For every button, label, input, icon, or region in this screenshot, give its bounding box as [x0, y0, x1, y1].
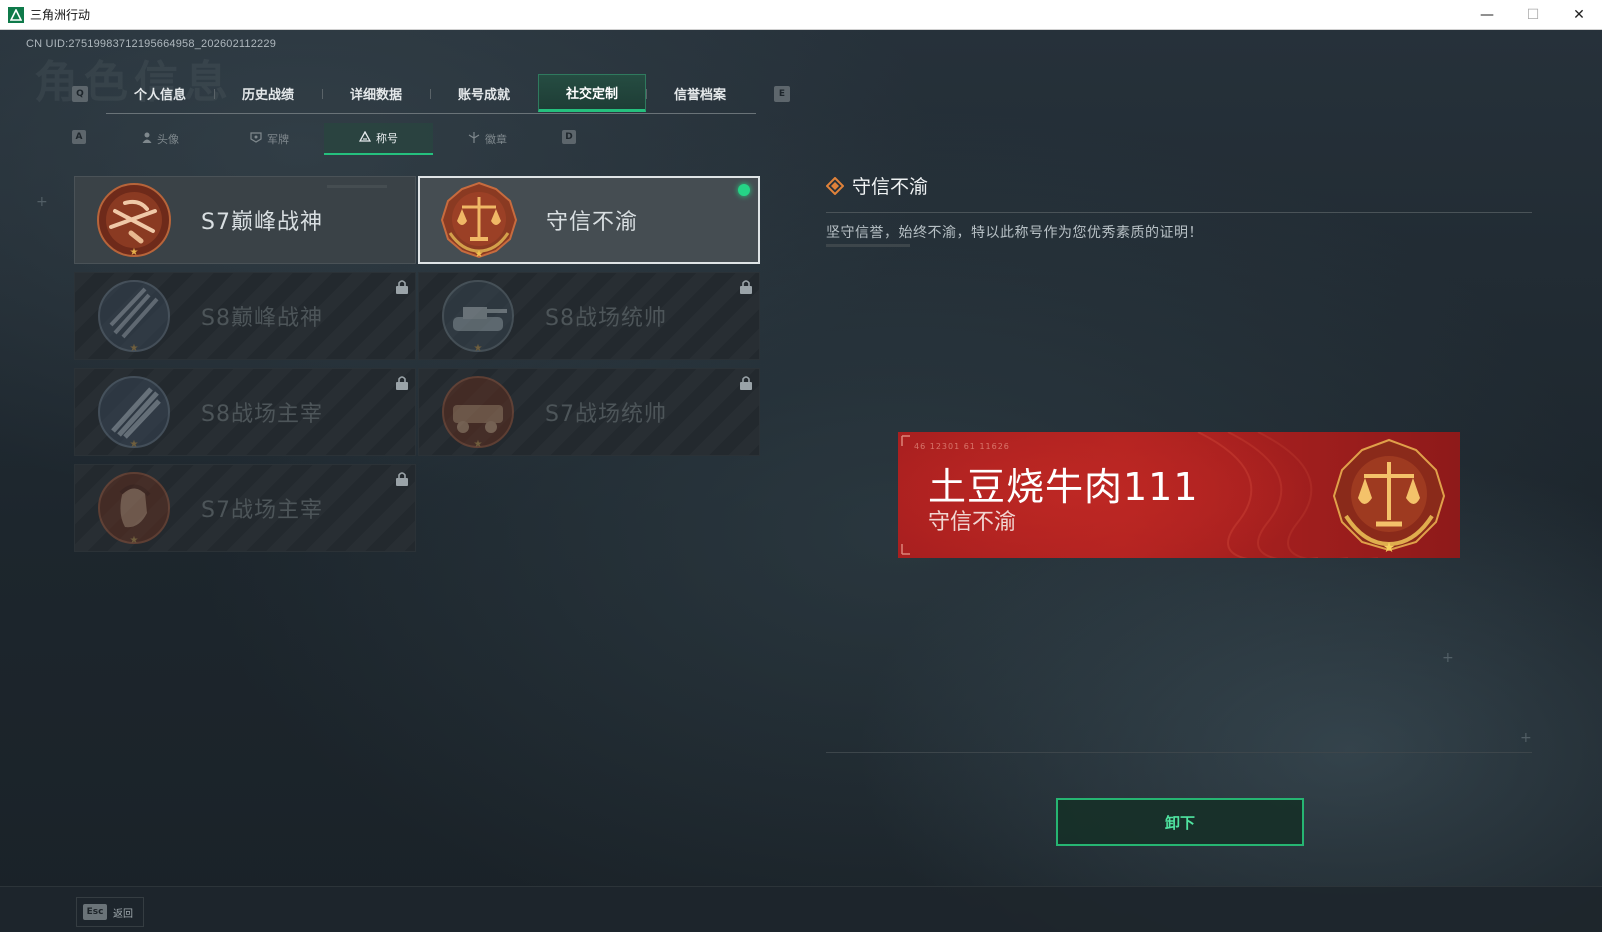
divider — [826, 752, 1532, 753]
svg-text:★: ★ — [130, 439, 139, 450]
subtab-title[interactable]: 称号 — [324, 123, 433, 155]
crosshair-deco-icon: + — [1520, 730, 1532, 746]
uid-text: CN UID:275199837121956649​58_20260211222… — [26, 38, 277, 50]
svg-text:★: ★ — [130, 247, 139, 258]
title-preview-banner: 46 12301 61 11626 土豆烧牛肉111 守信不渝 ★ — [898, 432, 1460, 558]
lock-icon — [396, 472, 408, 486]
title-card-locked[interactable]: ★ S7战场主宰 — [74, 464, 416, 552]
tab-credit-archive[interactable]: 信誉档案 — [646, 74, 754, 112]
svg-text:★: ★ — [130, 343, 139, 354]
subtab-dogtag-label: 军牌 — [267, 133, 289, 146]
banner-player-name: 土豆烧牛肉111 — [928, 465, 1199, 509]
next-tab-key-hint[interactable]: E — [774, 86, 790, 102]
lock-icon — [740, 280, 752, 294]
delta-force-logo-icon — [8, 6, 24, 23]
title-card-locked[interactable]: ★ S8巅峰战神 — [74, 272, 416, 360]
svg-text:★: ★ — [130, 535, 139, 546]
close-button[interactable]: ✕ — [1556, 0, 1602, 30]
detail-title: 守信不渝 — [852, 176, 929, 198]
title-name: S8战场统帅 — [545, 306, 667, 331]
title-card-selected[interactable]: ★ 守信不渝 — [418, 176, 760, 264]
title-name: 守信不渝 — [546, 210, 639, 235]
window-titlebar: 三角洲行动 — ☐ ✕ — [0, 0, 1602, 30]
crosshair-deco-icon: + — [36, 194, 48, 210]
crosshair-deco-icon: + — [1442, 650, 1454, 666]
unequip-button[interactable]: 卸下 — [1056, 798, 1304, 846]
title-card-locked[interactable]: ★ S8战场统帅 — [418, 272, 760, 360]
card-deco — [327, 185, 387, 188]
prev-subtab-key-hint[interactable]: A — [72, 130, 86, 144]
banner-title: 守信不渝 — [928, 510, 1017, 535]
divider — [826, 212, 1532, 213]
subtab-title-label: 称号 — [376, 132, 398, 145]
title-card-locked[interactable]: ★ S8战场主宰 — [74, 368, 416, 456]
rifles-emblem-icon: ★ — [95, 277, 173, 355]
missile-emblem-icon: ★ — [95, 373, 173, 451]
svg-text:★: ★ — [1383, 540, 1396, 554]
tab-achievements[interactable]: 账号成就 — [430, 74, 538, 112]
game-view: 角色信息 CN UID:275199837121956649​58_202602… — [0, 30, 1602, 932]
scales-emblem-icon: ★ — [440, 181, 518, 259]
title-name: S7战场主宰 — [201, 498, 323, 523]
crossbow-emblem-icon: ★ — [95, 181, 173, 259]
title-diamond-icon — [826, 176, 844, 195]
sub-tabs: 头像 军牌 称号 徽章 — [106, 123, 542, 155]
detail-deco-bar — [826, 244, 910, 247]
lock-icon — [740, 376, 752, 390]
maximize-button[interactable]: ☐ — [1510, 0, 1556, 30]
subtab-badge[interactable]: 徽章 — [433, 123, 542, 155]
scales-emblem-icon: ★ — [1332, 438, 1446, 554]
esc-key-hint: Esc — [83, 904, 107, 920]
tank-emblem-icon: ★ — [439, 277, 517, 355]
title-name: S7巅峰战神 — [201, 210, 323, 235]
soldier-emblem-icon: ★ — [95, 469, 173, 547]
detail-description: 坚守信誉，始终不渝，特以此称号作为您优秀素质的证明！ — [826, 225, 1203, 241]
svg-text:★: ★ — [474, 439, 483, 450]
window-title: 三角洲行动 — [30, 8, 91, 22]
back-button[interactable]: Esc 返回 — [76, 897, 144, 927]
banner-code: 46 12301 61 11626 — [914, 442, 1010, 451]
lock-icon — [396, 376, 408, 390]
window-controls: — ☐ ✕ — [1464, 0, 1602, 30]
svg-text:★: ★ — [475, 249, 484, 259]
prev-tab-key-hint[interactable]: Q — [72, 86, 88, 102]
tab-personal-info[interactable]: 个人信息 — [106, 74, 214, 112]
person-icon — [142, 132, 152, 146]
title-card[interactable]: ★ S7巅峰战神 — [74, 176, 416, 264]
badge-icon — [468, 132, 480, 146]
title-card-locked[interactable]: ★ S7战场统帅 — [418, 368, 760, 456]
minimize-button[interactable]: — — [1464, 0, 1510, 30]
tab-detailed-data[interactable]: 详细数据 — [322, 74, 430, 112]
dogtag-icon — [250, 132, 262, 146]
lock-icon — [396, 280, 408, 294]
title-name: S7战场统帅 — [545, 402, 667, 427]
tab-history-record[interactable]: 历史战绩 — [214, 74, 322, 112]
tab-social-customization[interactable]: 社交定制 — [538, 74, 646, 112]
subtab-avatar[interactable]: 头像 — [106, 123, 215, 155]
title-name: S8巅峰战神 — [201, 306, 323, 331]
subtab-dogtag[interactable]: 军牌 — [215, 123, 324, 155]
svg-text:★: ★ — [474, 343, 483, 354]
footer-bar: Esc 返回 — [0, 886, 1602, 932]
back-label: 返回 — [113, 908, 133, 920]
equipped-indicator-icon — [738, 184, 750, 196]
title-name: S8战场主宰 — [201, 402, 323, 427]
detail-header: 守信不渝 — [826, 172, 928, 199]
title-icon — [358, 130, 372, 145]
subtab-badge-label: 徽章 — [485, 133, 507, 146]
main-tabs: 个人信息 历史战绩 详细数据 账号成就 社交定制 信誉档案 — [106, 74, 756, 114]
armored-car-emblem-icon: ★ — [439, 373, 517, 451]
subtab-avatar-label: 头像 — [157, 133, 179, 146]
next-subtab-key-hint[interactable]: D — [562, 130, 576, 144]
